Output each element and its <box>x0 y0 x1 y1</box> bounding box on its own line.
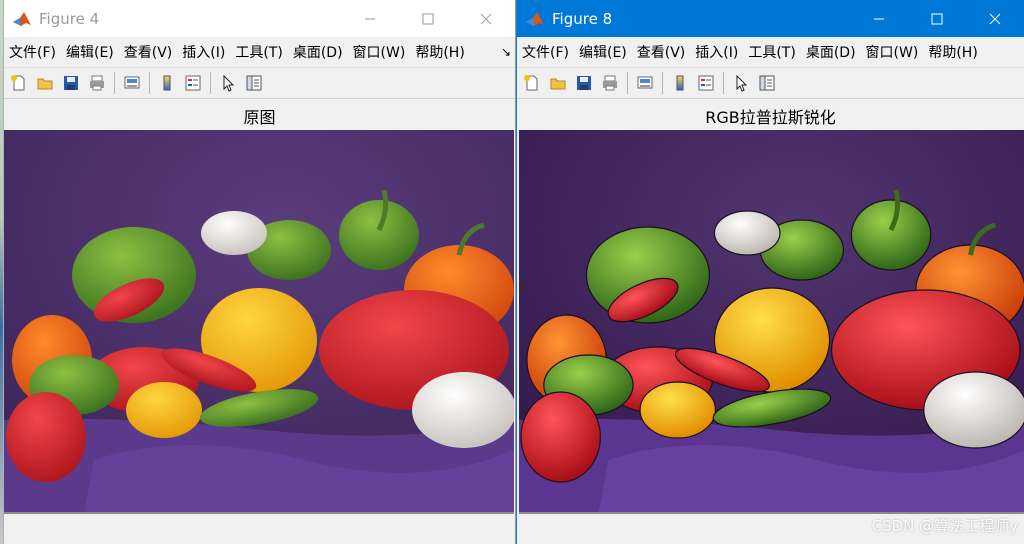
menu-desktop[interactable]: 桌面(D) <box>801 42 861 62</box>
pointer-icon[interactable] <box>728 70 754 96</box>
peppers-image-sharpened <box>519 130 1024 514</box>
minimize-icon <box>365 18 375 19</box>
peppers-image-original <box>4 130 514 514</box>
new-figure-icon[interactable] <box>6 70 32 96</box>
legend-icon[interactable] <box>693 70 719 96</box>
menu-file[interactable]: 文件(F) <box>4 42 61 62</box>
menu-help[interactable]: 帮助(H) <box>923 42 982 62</box>
figure-window-8[interactable]: Figure 8 文件(F) 编辑(E) 查看(V) 插入(I) 工具(T) 桌… <box>516 0 1024 544</box>
title-bar[interactable]: Figure 8 <box>517 0 1024 37</box>
axes-title: 原图 <box>243 108 276 127</box>
save-disk-icon[interactable] <box>58 70 84 96</box>
figure-toolbar <box>4 67 515 99</box>
menu-edit[interactable]: 编辑(E) <box>61 42 119 62</box>
menu-bar: 文件(F) 编辑(E) 查看(V) 插入(I) 工具(T) 桌面(D) 窗口(W… <box>4 39 515 65</box>
watermark-text: CSDN @算法工程师y <box>871 517 1018 535</box>
save-disk-icon[interactable] <box>571 70 597 96</box>
menu-tools[interactable]: 工具(T) <box>230 42 287 62</box>
colorbar-icon[interactable] <box>154 70 180 96</box>
colorbar-icon[interactable] <box>667 70 693 96</box>
menu-help[interactable]: 帮助(H) <box>410 42 469 62</box>
property-inspector-icon[interactable] <box>241 70 267 96</box>
close-button[interactable] <box>457 0 515 37</box>
menu-file[interactable]: 文件(F) <box>517 42 574 62</box>
menu-window[interactable]: 窗口(W) <box>348 42 411 62</box>
window-title: Figure 4 <box>39 9 100 28</box>
close-button[interactable] <box>966 0 1024 37</box>
open-folder-icon[interactable] <box>545 70 571 96</box>
property-inspector-icon[interactable] <box>754 70 780 96</box>
link-plot-icon[interactable] <box>632 70 658 96</box>
legend-icon[interactable] <box>180 70 206 96</box>
new-figure-icon[interactable] <box>519 70 545 96</box>
menu-window[interactable]: 窗口(W) <box>861 42 924 62</box>
maximize-button[interactable] <box>908 0 966 37</box>
maximize-icon <box>422 13 434 24</box>
menu-view[interactable]: 查看(V) <box>119 42 178 62</box>
menu-tools[interactable]: 工具(T) <box>743 42 800 62</box>
print-icon[interactable] <box>597 70 623 96</box>
matlab-logo-icon <box>13 11 31 26</box>
pointer-icon[interactable] <box>215 70 241 96</box>
menu-desktop[interactable]: 桌面(D) <box>288 42 348 62</box>
toolbar-separator <box>627 72 628 94</box>
toolbar-separator <box>210 72 211 94</box>
menu-insert[interactable]: 插入(I) <box>177 42 230 62</box>
minimize-button[interactable] <box>850 0 908 37</box>
menu-bar: 文件(F) 编辑(E) 查看(V) 插入(I) 工具(T) 桌面(D) 窗口(W… <box>517 39 1024 65</box>
menu-edit[interactable]: 编辑(E) <box>574 42 632 62</box>
link-plot-icon[interactable] <box>119 70 145 96</box>
close-icon <box>989 13 1001 24</box>
toolbar-separator <box>662 72 663 94</box>
toolbar-separator <box>114 72 115 94</box>
figure-window-4[interactable]: Figure 4 文件(F) 编辑(E) 查看(V) 插入(I) 工具(T) 桌… <box>3 0 516 544</box>
toolbar-separator <box>723 72 724 94</box>
minimize-icon <box>874 18 884 19</box>
title-bar[interactable]: Figure 4 <box>4 0 515 37</box>
menu-overflow-icon[interactable]: ↘ <box>501 45 511 59</box>
print-icon[interactable] <box>84 70 110 96</box>
matlab-logo-icon <box>526 11 544 26</box>
minimize-button[interactable] <box>341 0 399 37</box>
maximize-icon <box>931 13 943 24</box>
toolbar-separator <box>149 72 150 94</box>
window-title: Figure 8 <box>552 9 613 28</box>
menu-view[interactable]: 查看(V) <box>632 42 691 62</box>
figure-toolbar <box>517 67 1024 99</box>
open-folder-icon[interactable] <box>32 70 58 96</box>
close-icon <box>480 13 492 24</box>
maximize-button[interactable] <box>399 0 457 37</box>
menu-insert[interactable]: 插入(I) <box>690 42 743 62</box>
axes-title: RGB拉普拉斯锐化 <box>705 108 836 127</box>
